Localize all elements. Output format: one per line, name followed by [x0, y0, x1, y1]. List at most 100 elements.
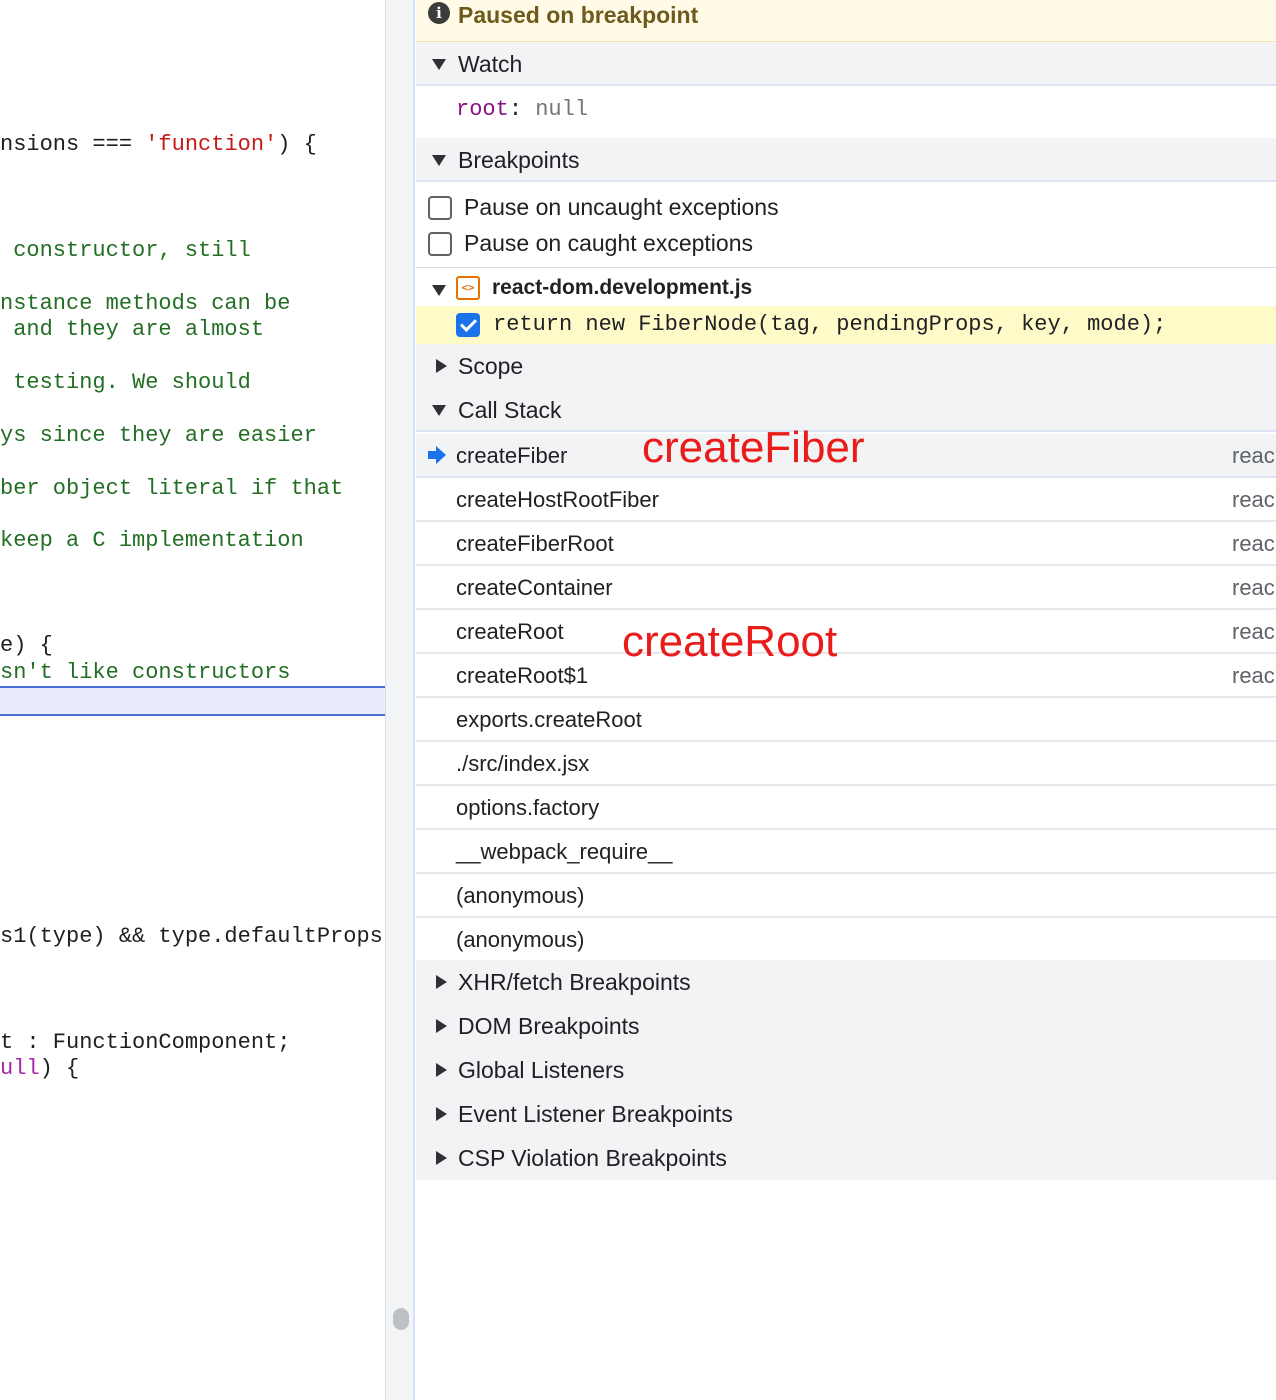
triangle-right-icon — [432, 1048, 448, 1092]
dom-breakpoints-section-header[interactable]: DOM Breakpoints — [416, 1004, 1276, 1048]
scope-section-label: Scope — [458, 353, 524, 379]
code-line: constructor, still — [0, 238, 251, 264]
code-token: keep a C implementation — [0, 528, 304, 553]
code-token: nstance methods can be — [0, 291, 291, 316]
call-frame-row[interactable]: exports.createRoot — [416, 698, 1276, 742]
call-frame-name: createRoot — [456, 619, 564, 644]
scrollbar-thumb[interactable] — [393, 1308, 409, 1330]
call-frame-row[interactable]: ./src/index.jsx — [416, 742, 1276, 786]
call-frame-name: createFiberRoot — [456, 531, 614, 556]
watch-section-label: Watch — [458, 51, 523, 77]
code-token: t : FunctionComponent; — [0, 1030, 291, 1055]
pause-caught-label: Pause on caught exceptions — [464, 230, 753, 256]
code-line: s1(type) && type.defaultProps — [0, 924, 383, 950]
scope-section-header[interactable]: Scope — [416, 344, 1276, 388]
triangle-right-icon — [432, 344, 448, 388]
call-frame-row[interactable]: createRoot reac — [416, 610, 1276, 654]
watch-colon: : — [508, 97, 523, 122]
code-token: ) { — [39, 1056, 80, 1081]
call-frame-row[interactable]: createRoot$1 reac — [416, 654, 1276, 698]
code-token: 'function' — [145, 132, 278, 157]
breakpoint-item[interactable]: return new FiberNode(tag, pendingProps, … — [416, 306, 1276, 344]
call-stack-section-label: Call Stack — [458, 397, 562, 423]
call-frame-location[interactable]: reac — [1232, 654, 1275, 698]
call-frame-location[interactable]: reac — [1232, 522, 1275, 566]
code-line: nsions === 'function') { — [0, 132, 317, 158]
triangle-right-icon — [432, 960, 448, 1004]
triangle-down-icon — [432, 42, 448, 86]
call-frame-name: __webpack_require__ — [456, 839, 673, 864]
call-frame-location[interactable]: reac — [1232, 478, 1275, 522]
call-frame-name: (anonymous) — [456, 927, 585, 952]
code-token: and they are almost — [0, 317, 265, 342]
event-listener-breakpoints-section-header[interactable]: Event Listener Breakpoints — [416, 1092, 1276, 1136]
call-frame-name: createRoot$1 — [456, 663, 589, 688]
global-listeners-section-header[interactable]: Global Listeners — [416, 1048, 1276, 1092]
panel-splitter[interactable] — [385, 0, 415, 1400]
triangle-right-icon — [432, 1092, 448, 1136]
call-frame-location[interactable]: reac — [1232, 434, 1275, 478]
code-token: ber object literal if that — [0, 476, 344, 501]
code-token: s1(type) && type.defaultProps — [0, 924, 383, 949]
pause-caught-option[interactable]: Pause on caught exceptions — [416, 225, 1276, 261]
watch-section-header[interactable]: Watch — [416, 42, 1276, 86]
code-editor[interactable]: nsions === 'function') { constructor, st… — [0, 0, 385, 1400]
pause-uncaught-option[interactable]: Pause on uncaught exceptions — [416, 189, 1276, 225]
xhr-breakpoints-section-header[interactable]: XHR/fetch Breakpoints — [416, 960, 1276, 1004]
call-frame-row[interactable]: createContainer reac — [416, 566, 1276, 610]
code-line: testing. We should — [0, 370, 251, 396]
call-frame-location[interactable]: reac — [1232, 610, 1275, 654]
watch-expression-value: null — [535, 97, 589, 122]
xhr-breakpoints-label: XHR/fetch Breakpoints — [458, 969, 691, 995]
call-stack-list: createFiber reac createHostRootFiber reac cr… — [416, 434, 1276, 962]
watch-expression-row[interactable]: root: null — [416, 88, 1276, 138]
breakpoint-file-group[interactable]: <> react-dom.development.js — [416, 268, 1276, 308]
pause-uncaught-checkbox[interactable] — [428, 196, 452, 220]
call-frame-row[interactable]: (anonymous) — [416, 874, 1276, 918]
code-token: ys since they are easier — [0, 423, 317, 448]
breakpoint-code: return new FiberNode(tag, pendingProps, … — [493, 312, 1167, 337]
code-line: keep a C implementation — [0, 528, 304, 554]
call-frame-row[interactable]: options.factory — [416, 786, 1276, 830]
code-token: ull — [0, 1056, 40, 1081]
call-frame-location[interactable]: reac — [1232, 566, 1275, 610]
annotation-createroot: createRoot — [622, 617, 838, 666]
code-token: sn't like constructors — [0, 660, 291, 685]
triangle-down-icon — [432, 388, 448, 432]
breakpoints-section-label: Breakpoints — [458, 147, 580, 173]
annotation-createfiber: createFiber — [642, 423, 865, 472]
call-frame-row[interactable]: __webpack_require__ — [416, 830, 1276, 874]
breakpoint-enabled-checkbox[interactable] — [456, 313, 480, 337]
pause-caught-checkbox[interactable] — [428, 232, 452, 256]
call-frame-name: exports.createRoot — [456, 707, 642, 732]
code-line: ber object literal if that — [0, 476, 343, 502]
pause-uncaught-label: Pause on uncaught exceptions — [464, 194, 779, 220]
call-frame-row[interactable]: createFiberRoot reac — [416, 522, 1276, 566]
breakpoints-section-header[interactable]: Breakpoints — [416, 138, 1276, 182]
call-frame-name: createFiber — [456, 443, 568, 468]
current-frame-arrow-icon — [428, 446, 448, 464]
call-frame-name: createContainer — [456, 575, 613, 600]
code-line: ull) { — [0, 1056, 79, 1082]
dom-breakpoints-label: DOM Breakpoints — [458, 1013, 640, 1039]
code-line: ys since they are easier — [0, 423, 317, 449]
code-line: nstance methods can be — [0, 291, 290, 317]
csp-violation-breakpoints-section-header[interactable]: CSP Violation Breakpoints — [416, 1136, 1276, 1180]
breakpoint-options: Pause on uncaught exceptions Pause on ca… — [416, 183, 1276, 268]
call-frame-name: ./src/index.jsx — [456, 751, 590, 776]
code-line: and they are almost — [0, 317, 264, 343]
event-listener-breakpoints-label: Event Listener Breakpoints — [458, 1101, 733, 1127]
code-token: constructor, still — [0, 238, 251, 263]
debugger-sidebar: i Paused on breakpoint Watch root: null … — [416, 0, 1276, 1400]
paused-banner: i Paused on breakpoint — [416, 0, 1276, 42]
triangle-down-icon — [432, 138, 448, 182]
call-frame-row[interactable]: createHostRootFiber reac — [416, 478, 1276, 522]
csp-violation-breakpoints-label: CSP Violation Breakpoints — [458, 1145, 727, 1171]
call-frame-name: createHostRootFiber — [456, 487, 659, 512]
call-frame-name: (anonymous) — [456, 883, 585, 908]
triangle-right-icon — [432, 1136, 448, 1180]
call-frame-row[interactable]: (anonymous) — [416, 918, 1276, 962]
code-token: e) { — [0, 633, 53, 658]
code-line: t : FunctionComponent; — [0, 1030, 290, 1056]
info-icon: i — [428, 2, 450, 24]
